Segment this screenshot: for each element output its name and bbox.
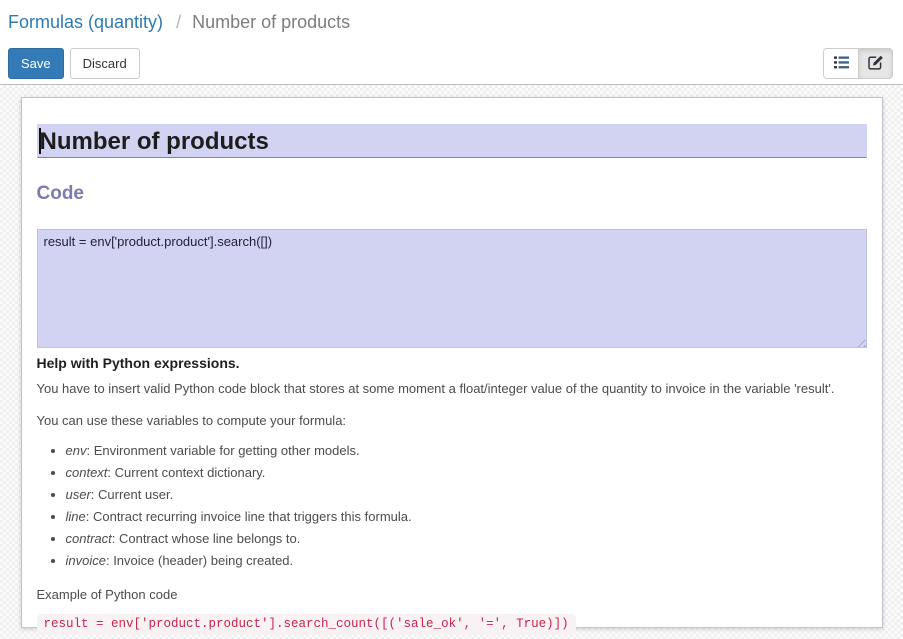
example-label: Example of Python code [37, 586, 867, 603]
variable-name: user [66, 487, 91, 502]
variables-intro-text: You can use these variables to compute y… [37, 412, 867, 429]
form-sheet: Number of products Code result = env['pr… [21, 97, 883, 628]
list-item: line: Contract recurring invoice line th… [66, 508, 867, 525]
variable-description: : Current user. [91, 487, 173, 502]
variable-name: line [66, 509, 86, 524]
breadcrumb-current: Number of products [192, 12, 350, 32]
list-item: contract: Contract whose line belongs to… [66, 530, 867, 547]
list-view-button[interactable] [824, 49, 858, 78]
list-item: env: Environment variable for getting ot… [66, 442, 867, 459]
view-switcher [823, 48, 893, 79]
edit-icon [868, 55, 884, 73]
breadcrumb-separator: / [176, 12, 181, 32]
variable-description: : Invoice (header) being created. [106, 553, 293, 568]
breadcrumb: Formulas (quantity) / Number of products [8, 10, 895, 34]
variables-list: env: Environment variable for getting ot… [37, 442, 867, 569]
code-field-wrapper: result = env['product.product'].search([… [37, 229, 867, 348]
list-item: invoice: Invoice (header) being created. [66, 552, 867, 569]
list-item: context: Current context dictionary. [66, 464, 867, 481]
save-button[interactable]: Save [8, 48, 64, 79]
example-code: result = env['product.product'].search_c… [37, 614, 576, 635]
variable-description: : Contract recurring invoice line that t… [86, 509, 412, 524]
control-panel: Formulas (quantity) / Number of products… [0, 0, 903, 85]
code-input[interactable]: result = env['product.product'].search([… [37, 229, 867, 348]
title-input[interactable]: Number of products [37, 124, 867, 158]
variable-description: : Environment variable for getting other… [86, 443, 359, 458]
variable-description: : Contract whose line belongs to. [112, 531, 301, 546]
breadcrumb-parent-link[interactable]: Formulas (quantity) [8, 12, 163, 32]
variable-name: context [66, 465, 108, 480]
variable-name: invoice [66, 553, 106, 568]
sheet-background: Number of products Code result = env['pr… [0, 85, 903, 639]
code-section-heading: Code [37, 183, 867, 205]
form-view-button[interactable] [858, 49, 892, 78]
list-item: user: Current user. [66, 486, 867, 503]
variable-name: env [66, 443, 87, 458]
toolbar: Save Discard [8, 48, 895, 79]
title-value: Number of products [40, 128, 269, 155]
discard-button[interactable]: Discard [70, 48, 140, 79]
help-section: Help with Python expressions. You have t… [37, 355, 867, 635]
list-icon [834, 56, 849, 72]
variable-name: contract [66, 531, 112, 546]
help-intro-text: You have to insert valid Python code blo… [37, 380, 867, 397]
help-heading: Help with Python expressions. [37, 355, 867, 372]
variable-description: : Current context dictionary. [107, 465, 265, 480]
